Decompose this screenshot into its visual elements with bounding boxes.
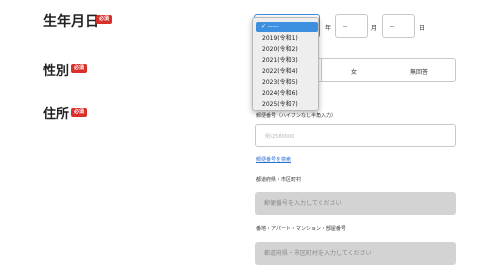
address-required-badge: 必須 — [71, 108, 88, 117]
year-option-2021[interactable]: 2021(令和3) — [257, 56, 319, 66]
birthdate-label: 生年月日 — [43, 14, 99, 30]
gender-required-badge: 必須 — [71, 64, 88, 73]
street-label: 番地・アパート・マンション・部屋番号 — [256, 226, 346, 232]
gender-option-female[interactable]: 女 — [321, 58, 389, 82]
street-placeholder: 都道府県・市区町村を入力してください — [264, 250, 372, 257]
prefecture-city-label: 都道府県・市区町村 — [256, 177, 302, 183]
year-option-2019[interactable]: 2019(令和1) — [257, 34, 319, 44]
year-option-2025[interactable]: 2025(令和7) — [257, 100, 319, 110]
postal-search-link[interactable]: 郵便番号を検索 — [256, 156, 291, 163]
prefecture-city-placeholder: 郵便番号を入力してください — [264, 200, 342, 207]
month-unit-label: 月 — [371, 25, 378, 32]
year-option-2022[interactable]: 2022(令和4) — [257, 67, 319, 77]
year-option-empty[interactable]: ✓ ----- — [256, 22, 318, 32]
postal-code-input[interactable]: 例)2580000 — [255, 124, 456, 147]
address-label: 住所 — [43, 107, 70, 122]
birth-day-value: -- — [390, 23, 395, 30]
postal-code-placeholder: 例)2580000 — [265, 134, 295, 140]
year-option-2020[interactable]: 2020(令和2) — [257, 45, 319, 55]
birth-month-value: -- — [343, 23, 348, 30]
birthdate-required-badge: 必須 — [96, 15, 113, 24]
year-dropdown-menu: ✓ ----- 2019(令和1) 2020(令和2) 2021(令和3) 20… — [252, 17, 319, 111]
gender-option-female-label: 女 — [351, 69, 358, 76]
birth-day-select[interactable]: -- — [382, 14, 415, 38]
birth-month-select[interactable]: -- — [335, 14, 368, 38]
gender-label: 性別 — [43, 64, 70, 79]
year-unit-label: 年 — [325, 25, 332, 32]
day-unit-label: 日 — [419, 25, 426, 32]
year-option-2024[interactable]: 2024(令和6) — [257, 89, 319, 99]
postal-code-label: 郵便番号（ハイフンなし半角入力） — [256, 113, 337, 119]
street-input[interactable]: 都道府県・市区町村を入力してください — [255, 242, 456, 265]
prefecture-city-input[interactable]: 郵便番号を入力してください — [255, 192, 456, 215]
gender-option-none[interactable]: 無回答 — [388, 58, 456, 82]
year-option-2023[interactable]: 2023(令和5) — [257, 78, 319, 88]
gender-option-none-label: 無回答 — [410, 69, 429, 76]
